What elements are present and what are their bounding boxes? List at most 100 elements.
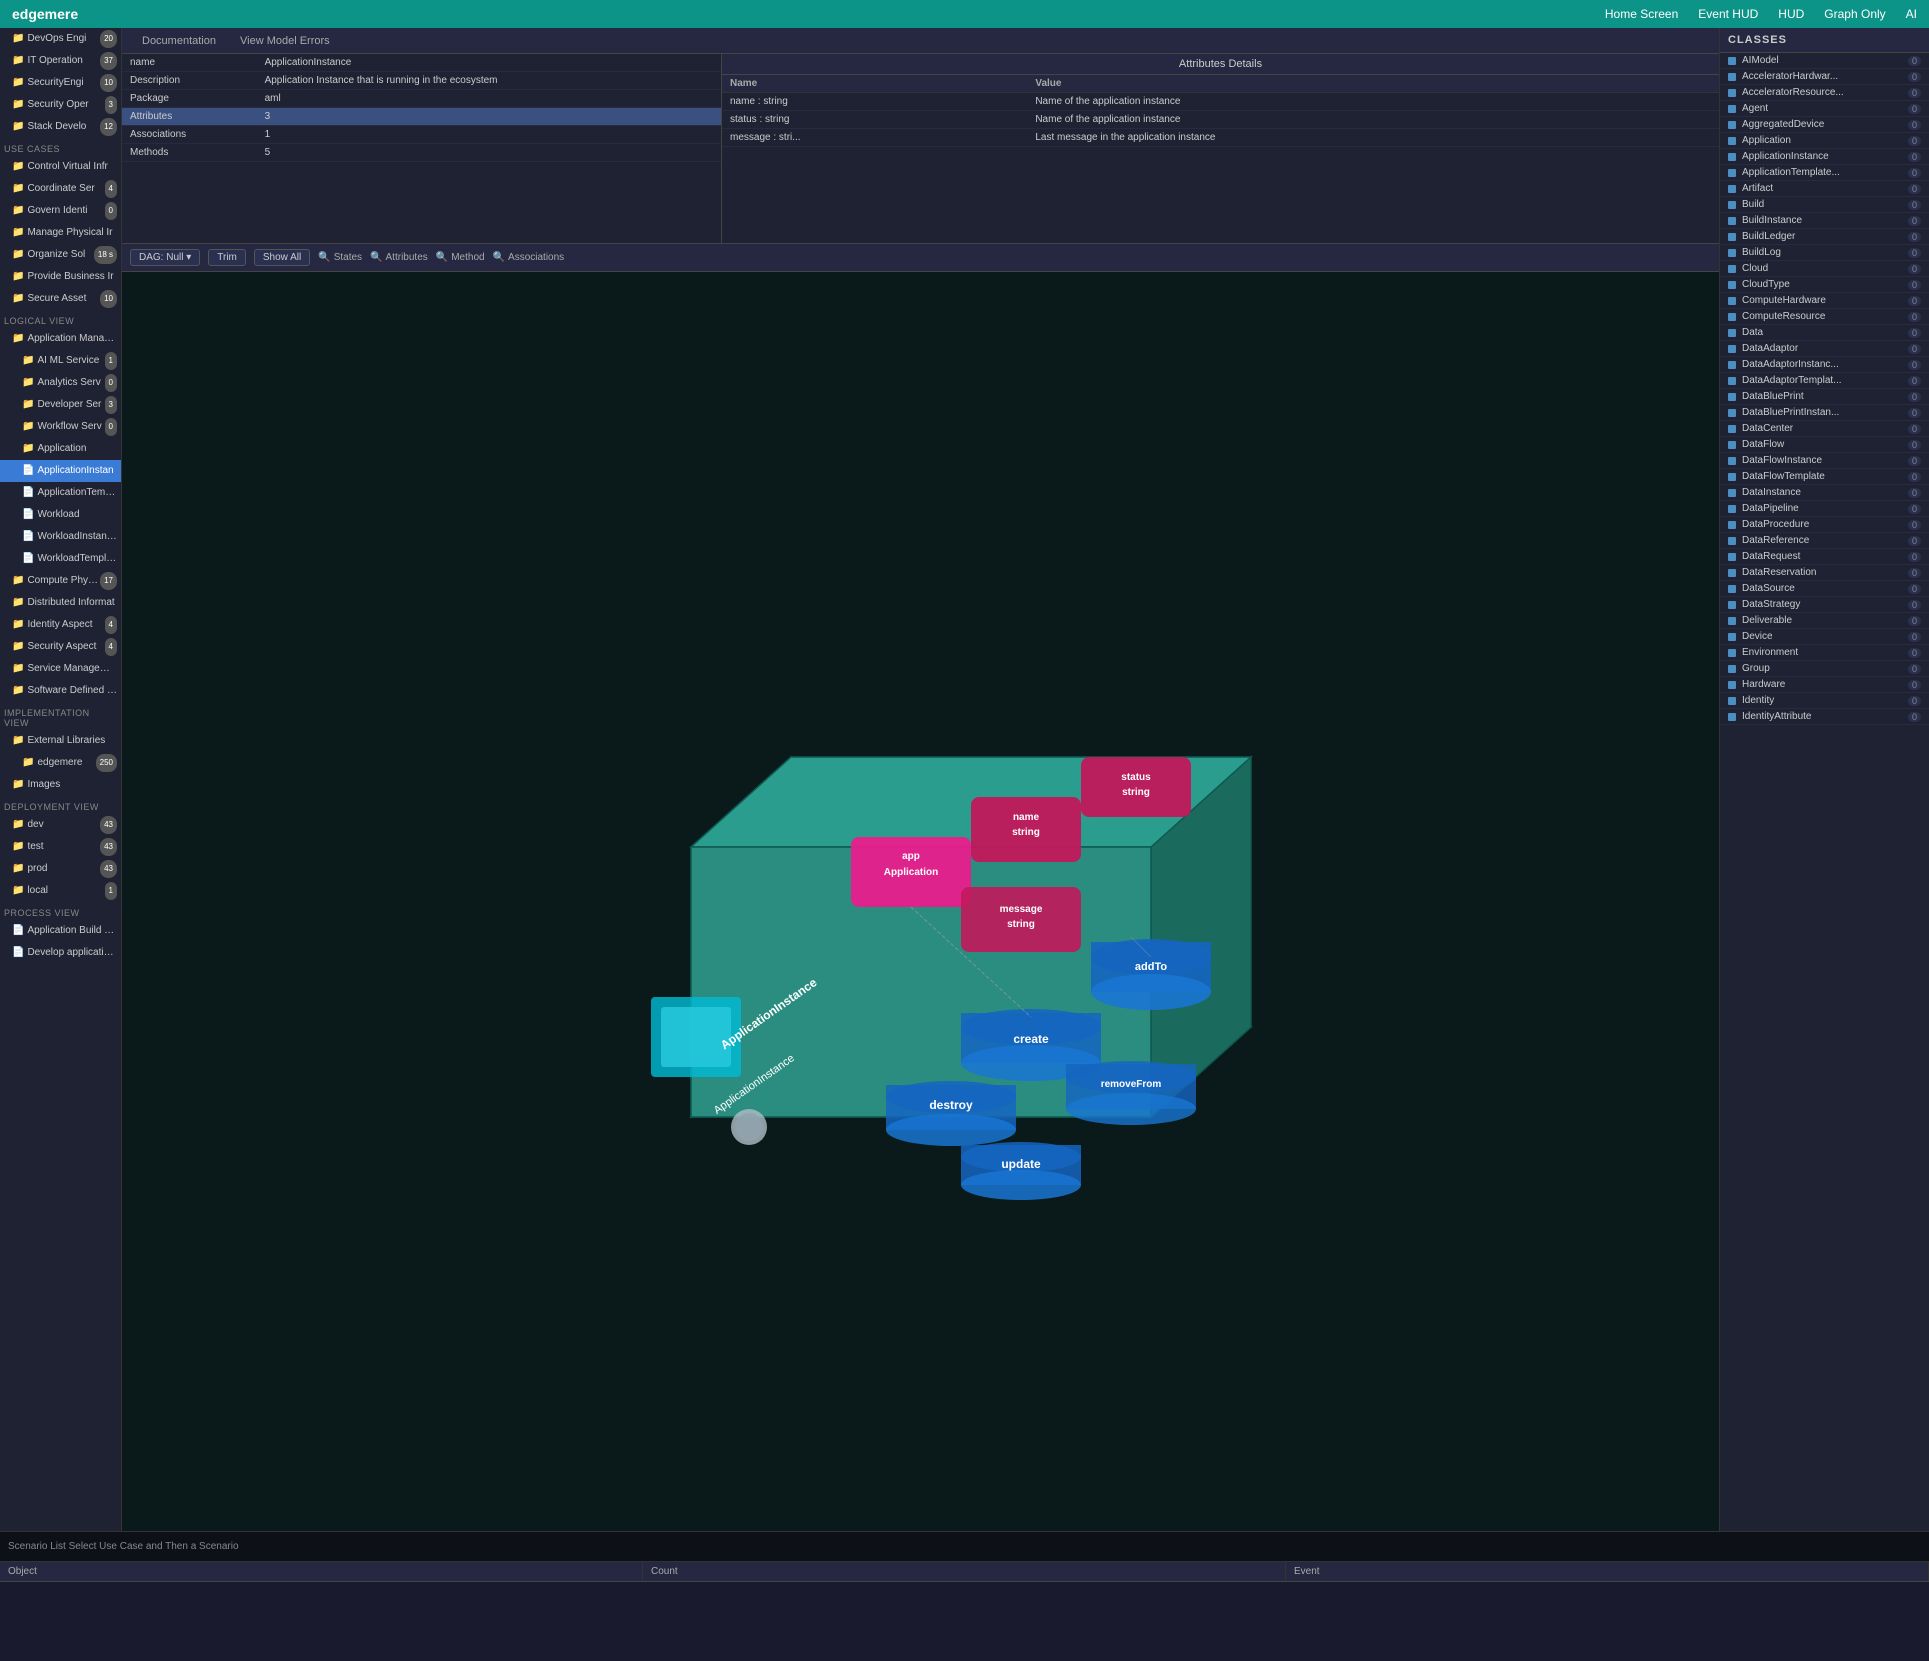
class-item-datastrategy[interactable]: DataStrategy0: [1720, 597, 1929, 613]
class-item-artifact[interactable]: Artifact0: [1720, 181, 1929, 197]
class-item-buildinstance[interactable]: BuildInstance0: [1720, 213, 1929, 229]
sidebar-item-workload[interactable]: 📄Workload: [0, 504, 121, 526]
class-item-applicationinstance[interactable]: ApplicationInstance0: [1720, 149, 1929, 165]
sidebar-item-securityengi[interactable]: 📁SecurityEngi10: [0, 72, 121, 94]
tab-documentation[interactable]: Documentation: [130, 31, 228, 53]
attr-right-row[interactable]: status : stringName of the application i…: [722, 111, 1719, 129]
class-item-identityattribute[interactable]: IdentityAttribute0: [1720, 709, 1929, 725]
class-item-datacenter[interactable]: DataCenter0: [1720, 421, 1929, 437]
class-item-agent[interactable]: Agent0: [1720, 101, 1929, 117]
sidebar-item-workflow-serv[interactable]: 📁Workflow Serv0: [0, 416, 121, 438]
sidebar-item-applicationtemplat[interactable]: 📄ApplicationTemplat: [0, 482, 121, 504]
class-item-computehardware[interactable]: ComputeHardware0: [1720, 293, 1929, 309]
states-btn[interactable]: 🔍 States: [318, 252, 362, 263]
sidebar-item-local[interactable]: 📁local1: [0, 880, 121, 902]
class-item-dataflow[interactable]: DataFlow0: [1720, 437, 1929, 453]
sidebar-item-manage-physical-ir[interactable]: 📁Manage Physical Ir: [0, 222, 121, 244]
class-item-hardware[interactable]: Hardware0: [1720, 677, 1929, 693]
sidebar-item-identity-aspect[interactable]: 📁Identity Aspect4: [0, 614, 121, 636]
sidebar-item-ai-ml-service[interactable]: 📁AI ML Service1: [0, 350, 121, 372]
sidebar-item-workloadinstance[interactable]: 📄WorkloadInstance: [0, 526, 121, 548]
method-btn[interactable]: 🔍 Method: [436, 252, 485, 263]
attr-row[interactable]: Packageaml: [122, 90, 721, 108]
sidebar-item-software-defined-infr[interactable]: 📁Software Defined Infr: [0, 680, 121, 702]
sidebar-item-images[interactable]: 📁Images: [0, 774, 121, 796]
nav-graph-only[interactable]: Graph Only: [1824, 7, 1885, 21]
class-item-computeresource[interactable]: ComputeResource0: [1720, 309, 1929, 325]
sidebar-item-secure-asset[interactable]: 📁Secure Asset10: [0, 288, 121, 310]
sidebar-item-workloadtemplate[interactable]: 📄WorkloadTemplate: [0, 548, 121, 570]
classes-list[interactable]: AIModel0AcceleratorHardwar...0Accelerato…: [1720, 53, 1929, 1531]
class-item-dataadaptorinstanc---[interactable]: DataAdaptorInstanc...0: [1720, 357, 1929, 373]
nav-hud[interactable]: HUD: [1778, 7, 1804, 21]
sidebar-item-govern-identi[interactable]: 📁Govern Identi0: [0, 200, 121, 222]
attr-row[interactable]: Attributes3: [122, 108, 721, 126]
class-item-cloudtype[interactable]: CloudType0: [1720, 277, 1929, 293]
attr-row[interactable]: Methods5: [122, 144, 721, 162]
class-item-acceleratorresource---[interactable]: AcceleratorResource...0: [1720, 85, 1929, 101]
class-item-datasource[interactable]: DataSource0: [1720, 581, 1929, 597]
class-item-deliverable[interactable]: Deliverable0: [1720, 613, 1929, 629]
sidebar-item-edgemere[interactable]: 📁edgemere250: [0, 752, 121, 774]
sidebar-item-application-manageme[interactable]: 📁Application Manageme: [0, 328, 121, 350]
show-all-btn[interactable]: Show All: [254, 249, 310, 266]
class-item-aimodel[interactable]: AIModel0: [1720, 53, 1929, 69]
attr-row[interactable]: Associations1: [122, 126, 721, 144]
sidebar-item-organize-sol[interactable]: 📁Organize Sol18 s: [0, 244, 121, 266]
sidebar-item-service-management[interactable]: 📁Service Management: [0, 658, 121, 680]
class-item-datablueprintinstan---[interactable]: DataBluePrintInstan...0: [1720, 405, 1929, 421]
sidebar-item-coordinate-ser[interactable]: 📁Coordinate Ser4: [0, 178, 121, 200]
class-item-dataflowtemplate[interactable]: DataFlowTemplate0: [1720, 469, 1929, 485]
class-item-cloud[interactable]: Cloud0: [1720, 261, 1929, 277]
sidebar-item-analytics-serv[interactable]: 📁Analytics Serv0: [0, 372, 121, 394]
class-item-datarequest[interactable]: DataRequest0: [1720, 549, 1929, 565]
associations-btn[interactable]: 🔍 Associations: [493, 252, 565, 263]
graph-area[interactable]: addTo create removeFrom destroy: [122, 272, 1719, 1531]
attr-right-row[interactable]: message : stri...Last message in the app…: [722, 129, 1719, 147]
class-item-device[interactable]: Device0: [1720, 629, 1929, 645]
sidebar-item-devops-engi[interactable]: 📁DevOps Engi20: [0, 28, 121, 50]
sidebar-item-test[interactable]: 📁test43: [0, 836, 121, 858]
sidebar-item-develop-application-p[interactable]: 📄Develop application P: [0, 942, 121, 964]
class-item-dataflowinstance[interactable]: DataFlowInstance0: [1720, 453, 1929, 469]
sidebar-item-distributed-informat[interactable]: 📁Distributed Informat: [0, 592, 121, 614]
nav-home[interactable]: Home Screen: [1605, 7, 1678, 21]
class-item-buildlog[interactable]: BuildLog0: [1720, 245, 1929, 261]
class-item-data[interactable]: Data0: [1720, 325, 1929, 341]
sidebar-item-provide-business-ir[interactable]: 📁Provide Business Ir: [0, 266, 121, 288]
class-item-dataadaptor[interactable]: DataAdaptor0: [1720, 341, 1929, 357]
dag-select-btn[interactable]: DAG: Null ▾: [130, 249, 200, 266]
sidebar-item-stack-develo[interactable]: 📁Stack Develo12: [0, 116, 121, 138]
trim-btn[interactable]: Trim: [208, 249, 246, 266]
nav-ai[interactable]: AI: [1906, 7, 1917, 21]
attr-row[interactable]: DescriptionApplication Instance that is …: [122, 72, 721, 90]
sidebar-item-application[interactable]: 📁Application: [0, 438, 121, 460]
class-item-build[interactable]: Build0: [1720, 197, 1929, 213]
class-item-dataadaptortemplat---[interactable]: DataAdaptorTemplat...0: [1720, 373, 1929, 389]
class-item-group[interactable]: Group0: [1720, 661, 1929, 677]
class-item-datareference[interactable]: DataReference0: [1720, 533, 1929, 549]
class-item-datainstance[interactable]: DataInstance0: [1720, 485, 1929, 501]
attributes-btn[interactable]: 🔍 Attributes: [370, 252, 428, 263]
sidebar-item-it-operation[interactable]: 📁IT Operation37: [0, 50, 121, 72]
sidebar-item-compute-physical[interactable]: 📁Compute Physical17: [0, 570, 121, 592]
tab-view-model-errors[interactable]: View Model Errors: [228, 31, 342, 53]
class-item-acceleratorhardwar---[interactable]: AcceleratorHardwar...0: [1720, 69, 1929, 85]
class-item-identity[interactable]: Identity0: [1720, 693, 1929, 709]
sidebar-item-external-libraries[interactable]: 📁External Libraries: [0, 730, 121, 752]
class-item-datapipeline[interactable]: DataPipeline0: [1720, 501, 1929, 517]
class-item-aggregateddevice[interactable]: AggregatedDevice0: [1720, 117, 1929, 133]
class-item-buildledger[interactable]: BuildLedger0: [1720, 229, 1929, 245]
attr-row[interactable]: nameApplicationInstance: [122, 54, 721, 72]
sidebar-item-security-oper[interactable]: 📁Security Oper3: [0, 94, 121, 116]
nav-event-hud[interactable]: Event HUD: [1698, 7, 1758, 21]
class-item-environment[interactable]: Environment0: [1720, 645, 1929, 661]
sidebar-item-applicationinstan[interactable]: 📄ApplicationInstan: [0, 460, 121, 482]
sidebar-item-control-virtual-infr[interactable]: 📁Control Virtual Infr: [0, 156, 121, 178]
class-item-applicationtemplate---[interactable]: ApplicationTemplate...0: [1720, 165, 1929, 181]
class-item-application[interactable]: Application0: [1720, 133, 1929, 149]
class-item-datareservation[interactable]: DataReservation0: [1720, 565, 1929, 581]
sidebar-item-prod[interactable]: 📁prod43: [0, 858, 121, 880]
class-item-datablueprint[interactable]: DataBluePrint0: [1720, 389, 1929, 405]
sidebar-item-developer-ser[interactable]: 📁Developer Ser3: [0, 394, 121, 416]
